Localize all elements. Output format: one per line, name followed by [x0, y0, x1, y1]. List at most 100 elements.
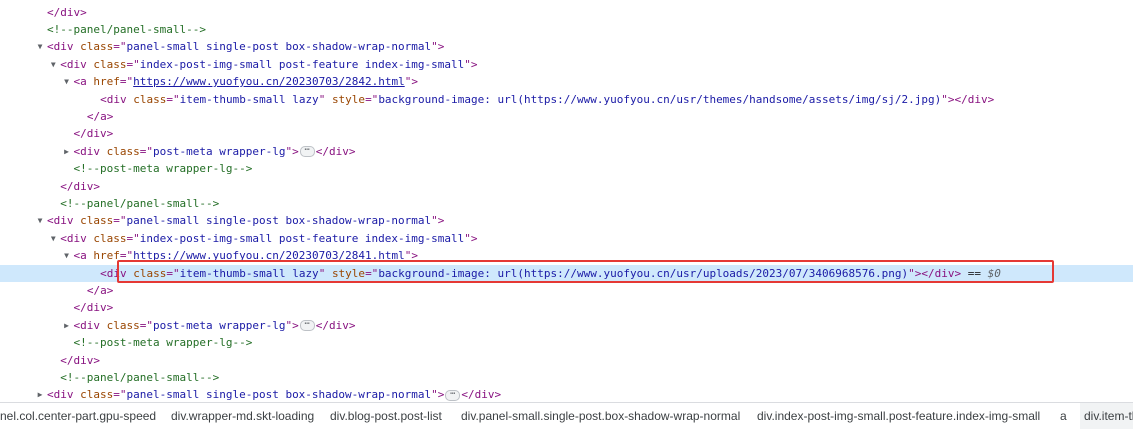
ellipsis-icon[interactable]: ⋯	[299, 320, 315, 332]
elements-dom-tree[interactable]: </div> <!--panel/panel-small--> ▼ <div clas…	[0, 0, 1133, 402]
collapsed-triangle-icon[interactable]: ▶	[35, 386, 45, 402]
tag-token: ="	[113, 388, 127, 402]
dom-node-row[interactable]: </div>	[0, 125, 1133, 142]
tag-token: </div>	[315, 318, 356, 332]
dom-node-row[interactable]: ▼ <div class="panel-small single-post box…	[0, 212, 1133, 229]
node-markup: </div>	[47, 4, 87, 21]
dom-node-row[interactable]: </div>	[0, 352, 1133, 369]
node-markup: <div class =" item-thumb-small lazy" style…	[100, 91, 994, 108]
attribute-value: item-thumb-small lazy	[179, 266, 319, 280]
collapsed-triangle-icon[interactable]: ▶	[62, 317, 72, 334]
dom-node-row[interactable]: ▶ <div class="post-meta wrapper-lg"> ⋯ </di…	[0, 143, 1133, 160]
tag-token: </div>	[73, 301, 114, 315]
tag-token: <div	[73, 318, 107, 332]
attribute-value: background-image: url(https://www.yuofyo…	[378, 266, 909, 280]
expand-triangle-icon[interactable]: ▼	[48, 230, 58, 247]
node-markup: <div class="post-meta wrapper-lg"> ⋯ </div…	[74, 143, 356, 160]
attribute-name: class	[133, 266, 167, 280]
tag-token: <div	[100, 92, 134, 106]
tag-token: <a	[73, 75, 94, 89]
dom-node-row[interactable]: </div>	[0, 4, 1133, 21]
tag-token: ="	[119, 75, 134, 89]
tag-token: ">	[464, 57, 478, 71]
dom-node-row[interactable]: <!--post-meta wrapper-lg-->	[0, 334, 1133, 351]
node-markup: <!--panel/panel-small-->	[60, 369, 219, 386]
breadcrumb-item[interactable]: div.item-th	[1080, 403, 1133, 429]
tag-token: ="	[365, 92, 379, 106]
attribute-name: class	[133, 92, 167, 106]
tag-token: <div	[60, 231, 94, 245]
tag-token: </a>	[86, 283, 114, 297]
node-markup: <!--panel/panel-small-->	[47, 21, 206, 38]
dom-node-row[interactable]: <!--panel/panel-small-->	[0, 21, 1133, 38]
tag-token: ="	[139, 318, 154, 332]
comment-node: <!--panel/panel-small-->	[60, 196, 220, 210]
tag-token: ="	[126, 57, 140, 71]
dom-node-row[interactable]: ▶ <div class="post-meta wrapper-lg"> ⋯ </di…	[0, 317, 1133, 334]
attribute-value: background-image: url(https://www.yuofyo…	[378, 92, 942, 106]
ellipsis-icon[interactable]: ⋯	[445, 389, 461, 401]
tag-token: ">	[431, 388, 445, 402]
dom-node-row[interactable]: </div>	[0, 178, 1133, 195]
attribute-value: panel-small single-post box-shadow-wrap-…	[126, 214, 432, 228]
attribute-value: index-post-img-small post-feature index-…	[139, 231, 465, 245]
comment-node: <!--panel/panel-small-->	[47, 22, 206, 36]
dom-node-row[interactable]: </a>	[0, 282, 1133, 299]
expand-triangle-icon[interactable]: ▼	[48, 56, 58, 73]
href-link[interactable]: https://www.yuofyou.cn/20230703/2842.htm…	[133, 75, 405, 88]
dom-node-row[interactable]: ▼ <a href="https://www.yuofyou.cn/2023070…	[0, 247, 1133, 264]
tag-token: ="	[365, 266, 379, 280]
attribute-value: index-post-img-small post-feature index-…	[139, 57, 465, 71]
tag-token: <div	[47, 214, 81, 228]
breadcrumb-item[interactable]: div.wrapper-md.skt-loading	[171, 403, 314, 429]
tag-token: </div>	[461, 388, 502, 402]
node-markup: </div>	[60, 178, 100, 195]
breadcrumb-item[interactable]: nel.col.center-part.gpu-speed	[0, 403, 156, 429]
node-markup: </div>	[60, 352, 100, 369]
tag-token: ="	[126, 231, 140, 245]
tag-token: "	[318, 266, 332, 280]
href-link[interactable]: https://www.yuofyou.cn/20230703/2841.htm…	[133, 249, 405, 262]
tag-token: </div>	[73, 127, 114, 141]
dom-node-row[interactable]: ▼ <div class="index-post-img-small post-f…	[0, 230, 1133, 247]
expand-triangle-icon[interactable]: ▼	[62, 73, 72, 90]
attribute-value: post-meta wrapper-lg	[153, 144, 286, 158]
tag-token: <div	[47, 388, 81, 402]
node-markup: <div class="item-thumb-small lazy" style…	[100, 265, 1001, 282]
breadcrumb-item[interactable]: div.index-post-img-small.post-feature.in…	[757, 403, 1040, 429]
attribute-name: style	[331, 92, 366, 106]
expand-triangle-icon[interactable]: ▼	[62, 247, 72, 264]
breadcrumb-item[interactable]: div.panel-small.single-post.box-shadow-w…	[461, 403, 740, 429]
attribute-value: panel-small single-post box-shadow-wrap-…	[126, 40, 432, 54]
tag-token: </div>	[60, 353, 101, 367]
breadcrumb-item[interactable]: a	[1060, 403, 1067, 429]
attribute-value: panel-small single-post box-shadow-wrap-…	[126, 388, 432, 402]
tag-token: ="	[113, 40, 127, 54]
dom-node-row[interactable]: ▼ <div class="panel-small single-post box…	[0, 38, 1133, 55]
dom-node-row[interactable]: <div class =" item-thumb-small lazy" style…	[0, 91, 1133, 108]
tag-token: ="	[139, 144, 154, 158]
dom-node-row[interactable]: ▶ <div class="panel-small single-post box…	[0, 386, 1133, 402]
tag-token: "></div>	[908, 266, 962, 280]
node-markup: <div class="panel-small single-post box-…	[47, 386, 501, 402]
expand-triangle-icon[interactable]: ▼	[35, 38, 45, 55]
collapsed-triangle-icon[interactable]: ▶	[62, 143, 72, 160]
dom-node-row[interactable]: </div>	[0, 299, 1133, 316]
attribute-value: item-thumb-small lazy	[179, 92, 319, 106]
dom-node-row[interactable]: </a>	[0, 108, 1133, 125]
tag-token: ="	[119, 249, 134, 263]
tag-token: ">	[404, 249, 418, 263]
tag-token: "	[318, 92, 332, 106]
dom-node-row[interactable]: <!--panel/panel-small-->	[0, 369, 1133, 386]
node-markup: <!--panel/panel-small-->	[60, 195, 219, 212]
ellipsis-icon[interactable]: ⋯	[299, 146, 315, 158]
dom-node-row[interactable]: <!--post-meta wrapper-lg-->	[0, 160, 1133, 177]
node-markup: <div class="panel-small single-post box-…	[47, 38, 444, 55]
breadcrumb-item[interactable]: div.blog-post.post-list	[330, 403, 442, 429]
expand-triangle-icon[interactable]: ▼	[35, 212, 45, 229]
dom-node-row[interactable]: ▼ <a href="https://www.yuofyou.cn/2023070…	[0, 73, 1133, 90]
dom-node-row[interactable]: ▼ <div class="index-post-img-small post-f…	[0, 56, 1133, 73]
dom-node-row-selected[interactable]: <div class="item-thumb-small lazy" style…	[0, 264, 1133, 282]
dom-node-row[interactable]: <!--panel/panel-small-->	[0, 195, 1133, 212]
tag-token: "></div>	[941, 92, 995, 106]
